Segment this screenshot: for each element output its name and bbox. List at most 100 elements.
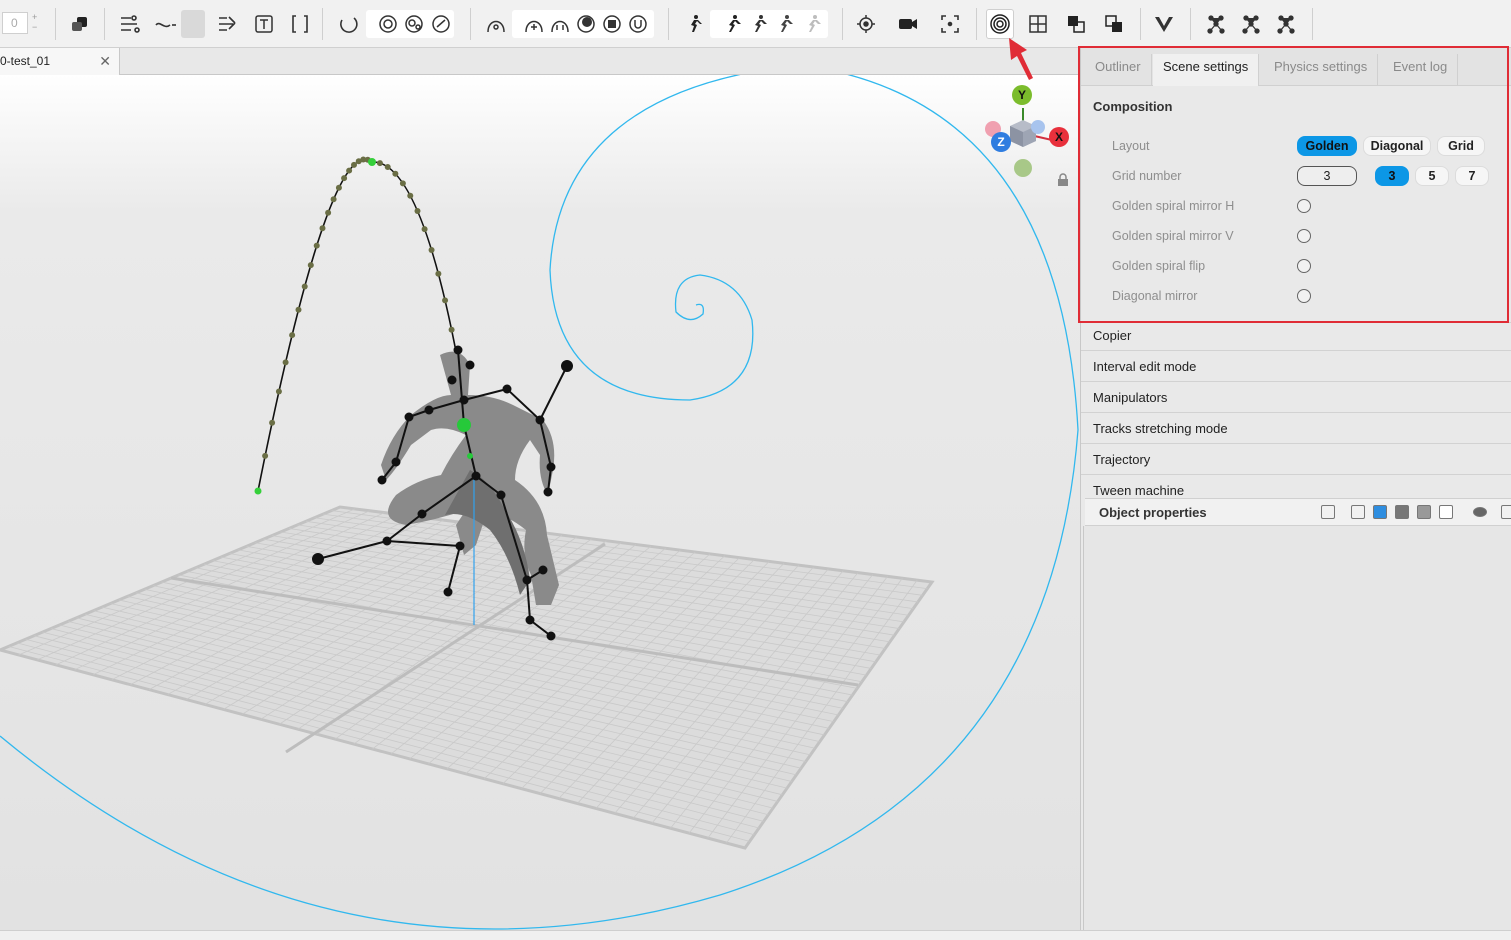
magnet-icon[interactable] bbox=[546, 9, 574, 39]
golden-spiral-mirror-v-toggle[interactable] bbox=[1297, 229, 1311, 243]
section-interval-edit-mode[interactable]: Interval edit mode bbox=[1093, 359, 1196, 374]
skeleton-joint[interactable] bbox=[453, 345, 463, 355]
trajectory-apex-point[interactable] bbox=[368, 158, 376, 166]
trajectory-point[interactable] bbox=[301, 283, 308, 290]
skeleton-joint[interactable] bbox=[404, 412, 414, 422]
composition-section-title[interactable]: Composition bbox=[1093, 99, 1172, 114]
trajectory-point[interactable] bbox=[428, 247, 435, 253]
tab-event-log[interactable]: Event log bbox=[1383, 54, 1459, 86]
frame-stepper[interactable]: + − bbox=[32, 12, 37, 32]
trajectory-point[interactable] bbox=[384, 164, 391, 170]
axis-z-handle[interactable]: Z bbox=[991, 132, 1011, 152]
trajectory-point[interactable] bbox=[330, 196, 337, 203]
skeleton-joint[interactable] bbox=[417, 509, 427, 519]
trajectory-point[interactable] bbox=[275, 388, 282, 395]
repeat-icon[interactable] bbox=[624, 9, 652, 39]
skeleton-joint[interactable] bbox=[377, 475, 387, 485]
skeleton-joint[interactable] bbox=[546, 631, 556, 641]
skeleton-joint[interactable] bbox=[455, 541, 465, 551]
skeleton-joint[interactable] bbox=[312, 553, 324, 565]
skeleton-joint[interactable] bbox=[382, 536, 392, 546]
skeleton-joint[interactable] bbox=[459, 395, 469, 405]
skeleton-joint[interactable] bbox=[535, 415, 545, 425]
eye-icon[interactable] bbox=[1473, 507, 1487, 517]
trajectory-point[interactable] bbox=[421, 226, 428, 233]
skeleton-joint[interactable] bbox=[561, 360, 573, 372]
skeleton-joint[interactable] bbox=[525, 615, 535, 625]
bracket-icon[interactable] bbox=[286, 9, 314, 39]
pose-ik-icon[interactable] bbox=[770, 9, 798, 39]
auto-pose-icon[interactable] bbox=[744, 9, 772, 39]
trajectory-point[interactable] bbox=[325, 209, 332, 216]
add-arc-icon[interactable] bbox=[520, 9, 548, 39]
walk-icon[interactable] bbox=[680, 9, 708, 39]
curve-edit-icon[interactable] bbox=[116, 9, 144, 39]
axis-gizmo[interactable]: Y X Z bbox=[980, 83, 1075, 188]
selection-icon[interactable] bbox=[66, 9, 94, 39]
section-copier[interactable]: Copier bbox=[1093, 328, 1131, 343]
trajectory-point[interactable] bbox=[351, 161, 357, 168]
joints-icon[interactable] bbox=[1202, 9, 1230, 39]
grid-icon[interactable] bbox=[1024, 9, 1052, 39]
trajectory-point[interactable] bbox=[414, 208, 421, 214]
trajectory-point[interactable] bbox=[407, 192, 414, 199]
joints-more-icon[interactable] bbox=[1272, 9, 1300, 39]
trajectory-point[interactable] bbox=[319, 225, 326, 232]
sparse-edit-icon[interactable] bbox=[214, 9, 242, 39]
trajectory-point[interactable] bbox=[262, 452, 269, 459]
skeleton-joint[interactable] bbox=[447, 375, 457, 385]
section-manipulators[interactable]: Manipulators bbox=[1093, 390, 1167, 405]
arc-icon[interactable] bbox=[482, 9, 510, 39]
grid-number-field[interactable]: 3 bbox=[1297, 166, 1357, 186]
diagonal-mirror-toggle[interactable] bbox=[1297, 289, 1311, 303]
scene-canvas[interactable] bbox=[0, 75, 1080, 930]
trajectory-point[interactable] bbox=[289, 332, 296, 339]
joints-alt-icon[interactable] bbox=[1237, 9, 1265, 39]
trajectory-point[interactable] bbox=[448, 326, 455, 333]
frame-fit-icon[interactable] bbox=[936, 9, 964, 39]
trajectory-point[interactable] bbox=[335, 184, 342, 191]
grid-number-5-button[interactable]: 5 bbox=[1415, 166, 1449, 186]
golden-spiral-flip-toggle[interactable] bbox=[1297, 259, 1311, 273]
frame-input[interactable]: 0 bbox=[2, 12, 28, 34]
pose-disabled-icon[interactable] bbox=[798, 9, 826, 39]
section-tracks-stretching-mode[interactable]: Tracks stretching mode bbox=[1093, 421, 1228, 436]
trajectory-point[interactable] bbox=[392, 170, 399, 177]
trajectory-point[interactable] bbox=[346, 167, 353, 174]
trajectory-point[interactable] bbox=[435, 270, 442, 277]
golden-spiral-icon[interactable] bbox=[986, 9, 1014, 39]
undo-circle-icon[interactable] bbox=[334, 9, 362, 39]
skeleton-joint[interactable] bbox=[538, 565, 548, 575]
grid-number-3-button[interactable]: 3 bbox=[1375, 166, 1409, 186]
frame-icon[interactable] bbox=[1321, 505, 1335, 519]
record-icon[interactable] bbox=[572, 9, 600, 39]
axis-x-handle[interactable]: X bbox=[1049, 127, 1069, 147]
list-icon[interactable] bbox=[1439, 505, 1453, 519]
grid-number-7-button[interactable]: 7 bbox=[1455, 166, 1489, 186]
physics-icon[interactable] bbox=[374, 9, 402, 39]
trajectory-point[interactable] bbox=[399, 180, 406, 187]
trajectory-point[interactable] bbox=[269, 419, 276, 426]
panel-toggle-icon[interactable] bbox=[1501, 505, 1511, 519]
skeleton-joint[interactable] bbox=[546, 462, 556, 472]
grid-view-icon[interactable] bbox=[1351, 505, 1365, 519]
ghost-icon[interactable] bbox=[400, 9, 428, 39]
loop-icon[interactable] bbox=[427, 9, 455, 39]
skeleton-joint[interactable] bbox=[465, 360, 475, 370]
layout-golden-button[interactable]: Golden bbox=[1297, 136, 1357, 156]
code-icon[interactable] bbox=[1417, 505, 1431, 519]
document-tab[interactable]: 0-test_01 ✕ bbox=[0, 48, 120, 75]
close-icon[interactable]: ✕ bbox=[99, 48, 111, 74]
layers-alt-icon[interactable] bbox=[1100, 9, 1128, 39]
tab-outliner[interactable]: Outliner bbox=[1085, 54, 1152, 86]
interpolation-icon[interactable] bbox=[152, 9, 180, 39]
color-icon[interactable] bbox=[1373, 505, 1387, 519]
v-icon[interactable] bbox=[1150, 9, 1178, 39]
trajectory-point[interactable] bbox=[295, 306, 302, 313]
trajectory-point[interactable] bbox=[442, 297, 449, 304]
tab-physics-settings[interactable]: Physics settings bbox=[1264, 54, 1379, 86]
skeleton-joint[interactable] bbox=[443, 587, 453, 597]
tab-scene-settings[interactable]: Scene settings bbox=[1153, 54, 1260, 86]
target-icon[interactable] bbox=[852, 9, 880, 39]
trajectory-point[interactable] bbox=[282, 359, 289, 366]
